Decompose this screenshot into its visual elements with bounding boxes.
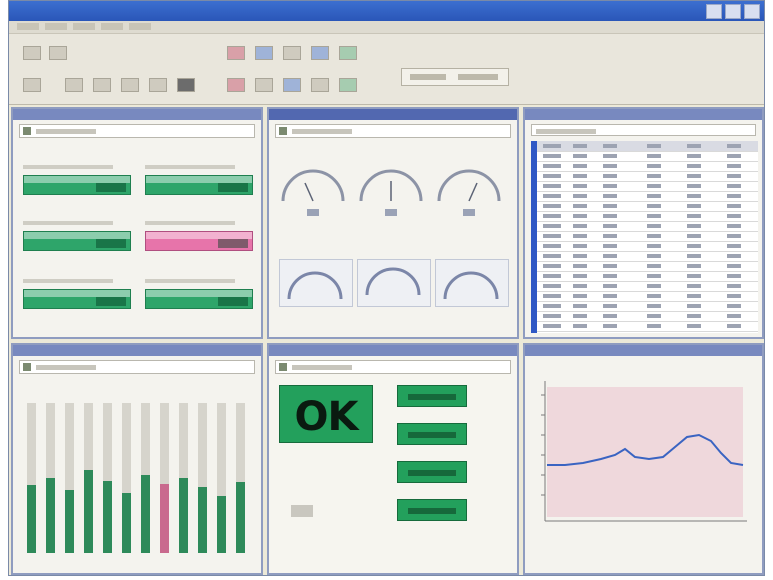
status-button[interactable] [397,423,467,445]
panel-title-bar [13,345,261,356]
level-bar [65,490,74,553]
data-table[interactable] [531,141,758,333]
bar-indicator-panel [11,107,263,339]
toolbar-button[interactable] [93,78,111,92]
toolbar-button[interactable] [339,78,357,92]
bar-indicator[interactable] [145,175,253,195]
menu-item[interactable] [129,23,151,30]
trend-chart-panel [523,343,764,575]
status-indicator-small [291,505,313,517]
toolbar-button[interactable] [177,78,195,92]
data-grid-panel [523,107,764,339]
level-bar [236,482,245,553]
minimize-icon[interactable] [706,4,722,19]
level-bar [103,481,112,553]
status-indicator: OK [279,385,373,443]
gauge-icon[interactable] [255,46,273,60]
status-button[interactable] [397,385,467,407]
bar-indicator[interactable] [23,289,131,309]
panel-title-bar [13,109,261,120]
toolbar-button[interactable] [149,78,167,92]
settings-icon[interactable] [339,46,357,60]
close-icon[interactable] [744,4,760,19]
maximize-icon[interactable] [725,4,741,19]
level-bar [141,475,150,553]
graph-icon[interactable] [283,46,301,60]
level-bar [84,470,93,553]
window-controls [706,4,760,19]
gauge-dials [287,267,499,300]
toolbar-button[interactable] [227,78,245,92]
trend-chart [541,381,747,522]
bar-indicator[interactable] [23,231,131,251]
panel-header [19,360,255,374]
panel-title-bar [269,345,517,356]
document-icon[interactable] [23,46,41,60]
toolbar-button[interactable] [255,78,273,92]
bar-graph [23,403,253,563]
folder-icon[interactable] [49,46,67,60]
status-button[interactable] [397,461,467,483]
level-bar [122,493,131,553]
level-bar [198,487,207,553]
level-bar [46,478,55,553]
menu-item[interactable] [73,23,95,30]
toolbar-selector[interactable] [401,68,509,86]
toolbar-button[interactable] [283,78,301,92]
toolbar-button[interactable] [121,78,139,92]
status-button[interactable] [397,499,467,521]
table-row[interactable] [537,321,758,332]
panel-title-bar [525,109,762,120]
bar-indicator-alarm[interactable] [145,231,253,251]
toolbar [9,34,764,105]
level-bar [27,485,36,553]
app-window: OK [8,0,765,576]
panel-header [275,360,511,374]
trend-line [547,433,744,466]
level-bar [217,496,226,553]
menu-item[interactable] [45,23,67,30]
menu-bar [9,21,764,34]
title-bar [9,1,764,21]
menu-item[interactable] [101,23,123,30]
table-icon[interactable] [311,46,329,60]
level-bar [160,484,169,553]
toolbar-button[interactable] [65,78,83,92]
gauge-panel [267,107,519,339]
menu-item[interactable] [17,23,39,30]
panel-header [19,124,255,138]
toolbar-button[interactable] [23,78,41,92]
alarm-icon[interactable] [227,46,245,60]
bar-indicator[interactable] [23,175,131,195]
print-icon[interactable] [311,78,329,92]
level-bar [179,478,188,553]
vertical-bar-panel [11,343,263,575]
status-panel: OK [267,343,519,575]
status-ok-label: OK [294,394,359,440]
panel-header [531,124,756,136]
bar-indicator[interactable] [145,289,253,309]
